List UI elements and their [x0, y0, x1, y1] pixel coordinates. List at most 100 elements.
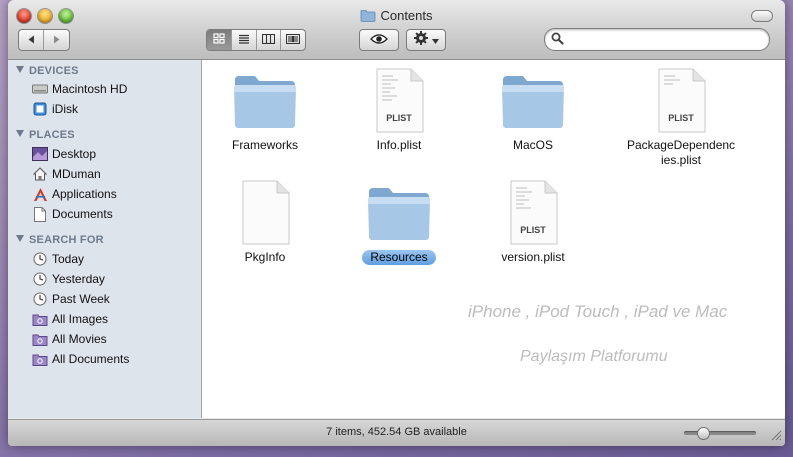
- file-name-selected: Resources: [362, 250, 436, 265]
- file-item-info-plist[interactable]: PLIST Info.plist: [324, 66, 474, 153]
- sidebar-item-mduman[interactable]: MDuman: [32, 165, 101, 183]
- sidebar-item-yesterday[interactable]: Yesterday: [32, 270, 105, 288]
- clock-icon: [32, 291, 48, 307]
- icon-view-icon: [213, 31, 225, 49]
- sidebar-item-applications[interactable]: Applications: [32, 185, 117, 203]
- clock-icon: [32, 251, 48, 267]
- column-view-icon: [261, 31, 275, 49]
- file-name: Info.plist: [376, 138, 422, 152]
- sidebar-item-today[interactable]: Today: [32, 250, 84, 268]
- plist-badge: PLIST: [386, 113, 412, 123]
- forward-button[interactable]: [44, 30, 69, 50]
- list-view-button[interactable]: [232, 30, 257, 50]
- coverflow-view-icon: [286, 31, 301, 49]
- search-field[interactable]: [544, 28, 770, 51]
- disclosure-triangle-icon: [16, 235, 24, 242]
- gear-icon: [413, 30, 429, 51]
- documents-icon: [32, 206, 48, 222]
- status-bar: 7 items, 452.54 GB available: [8, 419, 785, 446]
- sidebar-item-idisk[interactable]: iDisk: [32, 100, 78, 118]
- sidebar-item-documents[interactable]: Documents: [32, 205, 113, 223]
- sidebar-section-search-for[interactable]: SEARCH FOR: [16, 234, 104, 246]
- sidebar-item-label: Desktop: [52, 147, 97, 161]
- file-item-macos[interactable]: MacOS: [458, 66, 608, 153]
- idisk-icon: [32, 101, 48, 117]
- sidebar-item-all-movies[interactable]: All Movies: [32, 330, 107, 348]
- applications-icon: [32, 186, 48, 202]
- home-icon: [32, 166, 48, 182]
- file-item-version-plist[interactable]: PLIST version.plist: [458, 178, 608, 265]
- sidebar-item-label: MDuman: [52, 167, 101, 181]
- sidebar-section-places[interactable]: PLACES: [16, 129, 75, 141]
- folder-icon: [497, 66, 569, 134]
- file-browser-area: Frameworks PLIST Info.plist MacOS PLIST …: [202, 60, 785, 418]
- sidebar-section-devices[interactable]: DEVICES: [16, 65, 79, 77]
- back-button[interactable]: [19, 30, 44, 50]
- action-menu-button[interactable]: [406, 29, 446, 51]
- icon-size-slider[interactable]: [684, 427, 756, 440]
- toolbar: Contents: [8, 0, 785, 60]
- view-mode-control: [206, 29, 306, 51]
- sidebar-item-past-week[interactable]: Past Week: [32, 290, 110, 308]
- file-name: Frameworks: [231, 138, 298, 152]
- file-name: PackageDependenc ies.plist: [626, 138, 736, 167]
- folder-icon: [229, 66, 301, 134]
- desktop-icon: [32, 146, 48, 162]
- back-arrow-icon: [27, 31, 36, 49]
- sidebar-item-label: All Images: [52, 312, 109, 326]
- slider-knob[interactable]: [697, 427, 710, 440]
- folder-icon: [360, 9, 376, 25]
- document-icon: [229, 178, 301, 246]
- sidebar-item-label: Documents: [52, 207, 113, 221]
- plist-document-icon: PLIST: [363, 66, 435, 134]
- column-view-button[interactable]: [257, 30, 282, 50]
- file-name: MacOS: [512, 138, 553, 152]
- watermark-line-1: iPhone , iPod Touch , iPad ve Mac: [468, 302, 728, 321]
- back-forward-control: [18, 29, 70, 51]
- sidebar-item-label: Macintosh HD: [52, 82, 128, 96]
- quick-look-button[interactable]: [359, 29, 399, 51]
- folder-icon: [363, 178, 435, 246]
- disclosure-triangle-icon: [16, 130, 24, 137]
- chevron-down-icon: [432, 31, 439, 49]
- smart-folder-icon: [32, 351, 48, 367]
- sidebar-item-label: iDisk: [52, 102, 78, 116]
- window-title-bar: Contents: [8, 8, 785, 25]
- search-icon: [551, 32, 564, 50]
- watermark-line-2: Paylaşım Platforumu: [520, 348, 668, 365]
- sidebar-item-label: All Movies: [52, 332, 107, 346]
- plist-document-icon: PLIST: [497, 178, 569, 246]
- sidebar-item-label: Applications: [52, 187, 117, 201]
- plist-badge: PLIST: [668, 113, 694, 123]
- resize-grip-icon[interactable]: [771, 428, 782, 446]
- sidebar-item-desktop[interactable]: Desktop: [32, 145, 96, 163]
- file-name-wrapper: Resources: [324, 250, 474, 265]
- coverflow-view-button[interactable]: [281, 30, 305, 50]
- search-input[interactable]: [567, 31, 761, 49]
- file-item-frameworks[interactable]: Frameworks: [190, 66, 340, 153]
- list-view-icon: [238, 31, 250, 49]
- sidebar-item-macintosh-hd[interactable]: Macintosh HD: [32, 80, 127, 98]
- file-item-resources[interactable]: Resources: [324, 178, 474, 265]
- sidebar-item-label: Yesterday: [52, 272, 105, 286]
- eye-icon: [370, 31, 388, 49]
- sidebar-item-all-documents[interactable]: All Documents: [32, 350, 129, 368]
- window-title: Contents: [380, 8, 433, 23]
- file-name: version.plist: [501, 250, 565, 264]
- toolbar-toggle-button[interactable]: [751, 10, 773, 22]
- sidebar-item-all-images[interactable]: All Images: [32, 310, 108, 328]
- file-name: PkgInfo: [244, 250, 286, 264]
- icon-view-button[interactable]: [207, 30, 232, 50]
- status-text: 7 items, 452.54 GB available: [326, 426, 467, 438]
- smart-folder-icon: [32, 331, 48, 347]
- plist-badge: PLIST: [520, 225, 546, 235]
- smart-folder-icon: [32, 311, 48, 327]
- plist-document-icon: PLIST: [645, 66, 717, 134]
- finder-window: Contents DEVICES Macintosh HD iDisk PLAC…: [8, 0, 785, 446]
- forward-arrow-icon: [52, 31, 61, 49]
- hard-drive-icon: [32, 81, 48, 97]
- clock-icon: [32, 271, 48, 287]
- sidebar-item-label: Past Week: [52, 292, 110, 306]
- file-item-pkginfo[interactable]: PkgInfo: [190, 178, 340, 265]
- file-item-package-dependencies-plist[interactable]: PLIST PackageDependenc ies.plist: [606, 66, 756, 168]
